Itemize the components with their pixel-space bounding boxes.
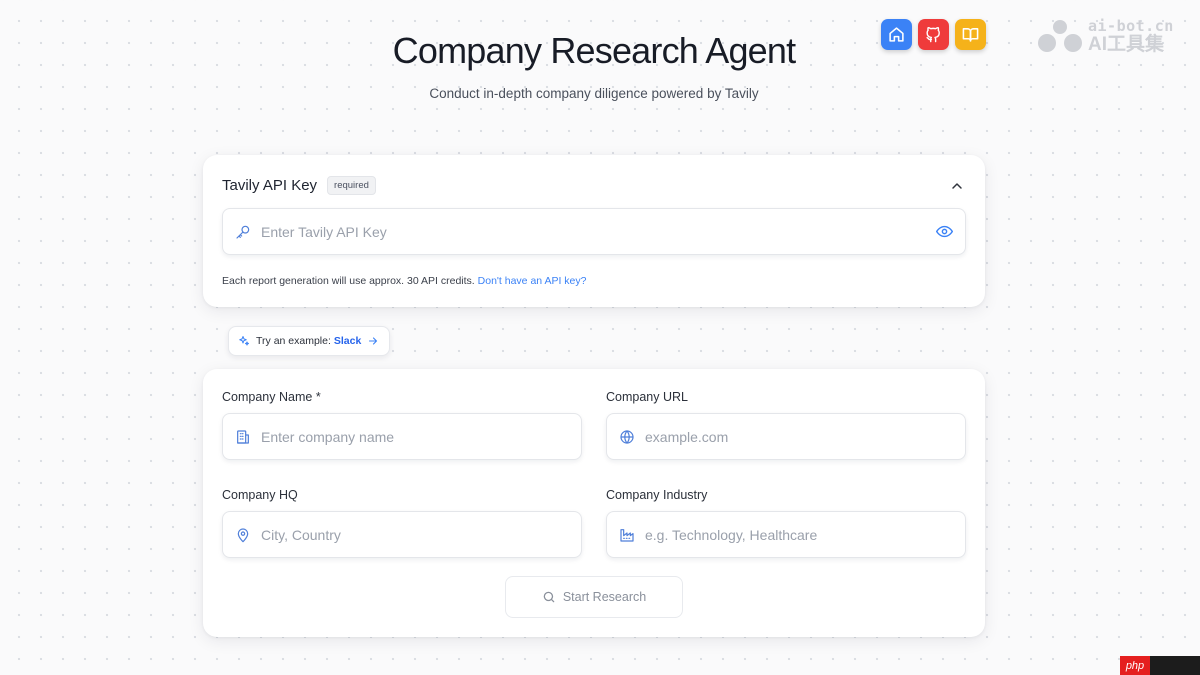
company-hq-field[interactable] (222, 511, 582, 558)
api-key-header: Tavily API Key required (222, 176, 965, 195)
required-badge: required (327, 176, 376, 195)
example-company: Slack (333, 335, 362, 347)
map-pin-icon (237, 527, 249, 542)
api-key-field[interactable] (222, 208, 966, 255)
home-icon (889, 27, 904, 42)
page-subtitle: Conduct in-depth company diligence power… (429, 86, 759, 101)
globe-icon (620, 429, 634, 444)
factory-icon (620, 528, 634, 542)
sparkles-icon (239, 336, 249, 346)
watermark-name: AI工具集 (1088, 33, 1165, 55)
required-mark: * (315, 390, 321, 404)
start-research-label: Start Research (562, 590, 647, 604)
company-name-field[interactable] (222, 413, 582, 460)
company-industry-input[interactable] (645, 526, 953, 543)
php-badge-bar (1150, 656, 1200, 675)
company-industry-field[interactable] (606, 511, 966, 558)
watermark-logo-icon (1038, 20, 1082, 52)
docs-link-button[interactable] (955, 19, 986, 50)
company-name-input[interactable] (261, 428, 569, 445)
get-api-key-link[interactable]: Don't have an API key? (478, 275, 587, 287)
company-name-label: Company Name * (222, 390, 321, 404)
company-industry-label: Company Industry (606, 488, 708, 502)
company-name-label-text: Company Name (222, 390, 313, 404)
watermark: ai-bot.cn AI工具集 (1036, 18, 1174, 54)
try-example-button[interactable]: Try an example: Slack (228, 326, 390, 356)
book-icon (962, 28, 979, 42)
company-hq-input[interactable] (261, 526, 569, 543)
top-links (881, 19, 986, 50)
research-form-card: Company Name * Company URL Company HQ Co… (203, 369, 985, 637)
home-link-button[interactable] (881, 19, 912, 50)
eye-icon[interactable] (936, 223, 953, 240)
company-url-field[interactable] (606, 413, 966, 460)
start-research-button[interactable]: Start Research (505, 576, 683, 618)
chevron-up-icon[interactable] (949, 178, 965, 194)
arrow-right-icon (369, 337, 378, 345)
php-badge-text: php (1120, 656, 1150, 675)
api-key-title: Tavily API Key (222, 177, 318, 194)
watermark-domain: ai-bot.cn (1088, 16, 1174, 35)
api-key-card: Tavily API Key required Each report gene… (203, 155, 985, 307)
company-url-label: Company URL (606, 390, 688, 404)
api-key-input[interactable] (261, 223, 936, 240)
api-credit-note: Each report generation will use approx. … (222, 275, 586, 287)
api-credit-text: Each report generation will use approx. … (222, 275, 475, 287)
key-icon (236, 225, 250, 239)
building-icon (237, 429, 249, 444)
example-prefix: Try an example: (256, 335, 331, 347)
search-icon (543, 591, 555, 603)
github-link-button[interactable] (918, 19, 949, 50)
company-hq-label: Company HQ (222, 488, 298, 502)
github-icon (926, 26, 940, 43)
company-url-input[interactable] (645, 428, 953, 445)
page-title: Company Research Agent (392, 30, 796, 71)
php-badge: php (1120, 656, 1200, 675)
